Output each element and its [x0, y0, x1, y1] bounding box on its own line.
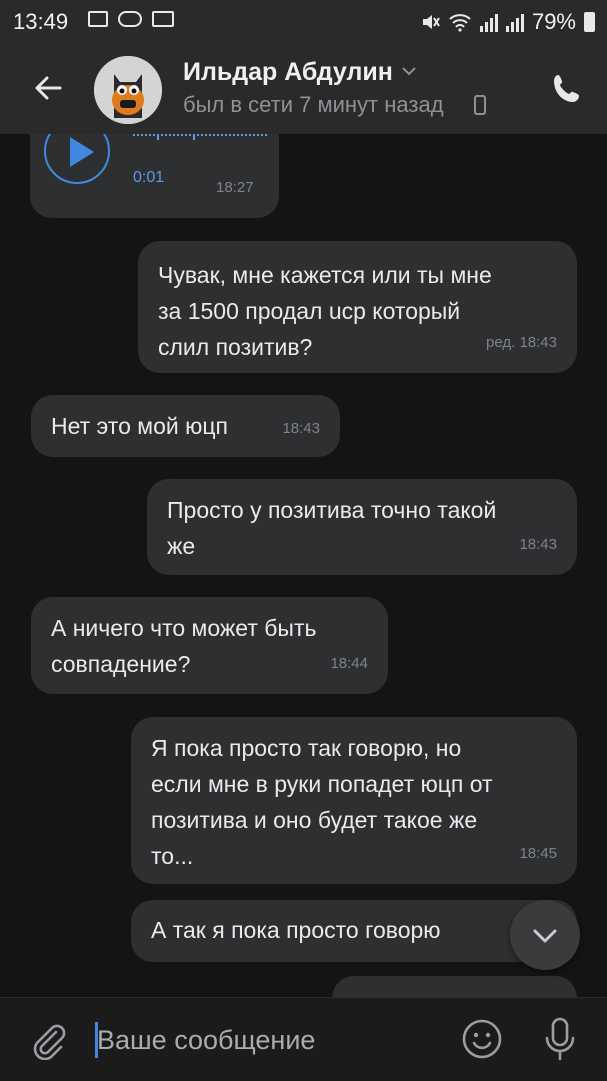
signal-icon [479, 12, 498, 32]
message-list[interactable]: 0:01 18:27 Чувак, мне кажется или ты мне… [0, 134, 607, 997]
message-time: 18:43 [519, 536, 557, 553]
voice-message: 0:01 18:27 [30, 134, 279, 218]
chevron-down-icon[interactable] [400, 64, 418, 78]
status-time: 13:49 [13, 9, 69, 34]
message-bubble-outgoing-partial[interactable] [332, 976, 577, 997]
message-text: Я пока просто так говорю, но если мне в … [151, 735, 493, 869]
message-text: А так я пока просто говорю [151, 917, 441, 943]
message-time: 18:43 [282, 420, 320, 437]
microphone-icon[interactable] [540, 1016, 580, 1062]
scroll-down-button[interactable] [510, 900, 580, 970]
message-time: 18:27 [216, 179, 254, 196]
contact-name[interactable]: Ильдар Абдулин [183, 58, 393, 87]
play-button[interactable] [44, 134, 110, 184]
message-bubble-incoming[interactable]: А ничего что может быть совпадение? 18:4… [31, 597, 388, 694]
message-time: ред. 18:43 [486, 334, 557, 351]
system-icons: 79% [420, 9, 595, 35]
message-text: А ничего что может быть совпадение? [51, 615, 317, 677]
signal-icon-2 [505, 12, 524, 32]
message-time: 18:45 [519, 845, 557, 862]
avatar-image [94, 56, 162, 124]
key-icon [118, 11, 142, 27]
avatar[interactable] [94, 56, 162, 124]
mobile-device-icon [474, 95, 486, 115]
message-input[interactable] [95, 1020, 437, 1060]
contact-status: был в сети 7 минут назад [183, 92, 444, 117]
cast-icon [152, 11, 174, 27]
mute-icon [422, 15, 440, 29]
voice-waveform[interactable] [133, 134, 267, 144]
gallery-icon [88, 11, 108, 27]
wifi-icon [449, 14, 471, 32]
message-bubble-incoming[interactable]: Нет это мой юцп 18:43 [31, 395, 340, 457]
voice-duration: 0:01 [133, 169, 165, 186]
paperclip-icon[interactable] [28, 1020, 68, 1060]
chevron-down-icon [533, 929, 557, 943]
emoji-icon[interactable] [461, 1018, 503, 1060]
message-bubble-outgoing[interactable]: Я пока просто так говорю, но если мне в … [131, 717, 577, 884]
battery-icon [584, 12, 595, 32]
message-text: Просто у позитива точно такой же [167, 497, 497, 559]
message-composer [0, 997, 607, 1081]
notification-icons [88, 11, 174, 27]
text-caret [95, 1022, 98, 1058]
message-text: Нет это мой юцп [51, 413, 228, 439]
play-icon [70, 137, 94, 167]
chat-header: Ильдар Абдулин был в сети 7 минут назад [0, 44, 607, 134]
battery-percent: 79% [531, 9, 576, 34]
phone-icon[interactable] [550, 72, 584, 106]
status-bar: 13:49 79% [0, 0, 607, 44]
message-time: 18:44 [330, 655, 368, 672]
message-bubble-outgoing[interactable]: Просто у позитива точно такой же 18:43 [147, 479, 577, 575]
message-bubble-outgoing[interactable]: Чувак, мне кажется или ты мне за 1500 пр… [138, 241, 577, 373]
back-arrow-icon[interactable] [28, 68, 68, 108]
